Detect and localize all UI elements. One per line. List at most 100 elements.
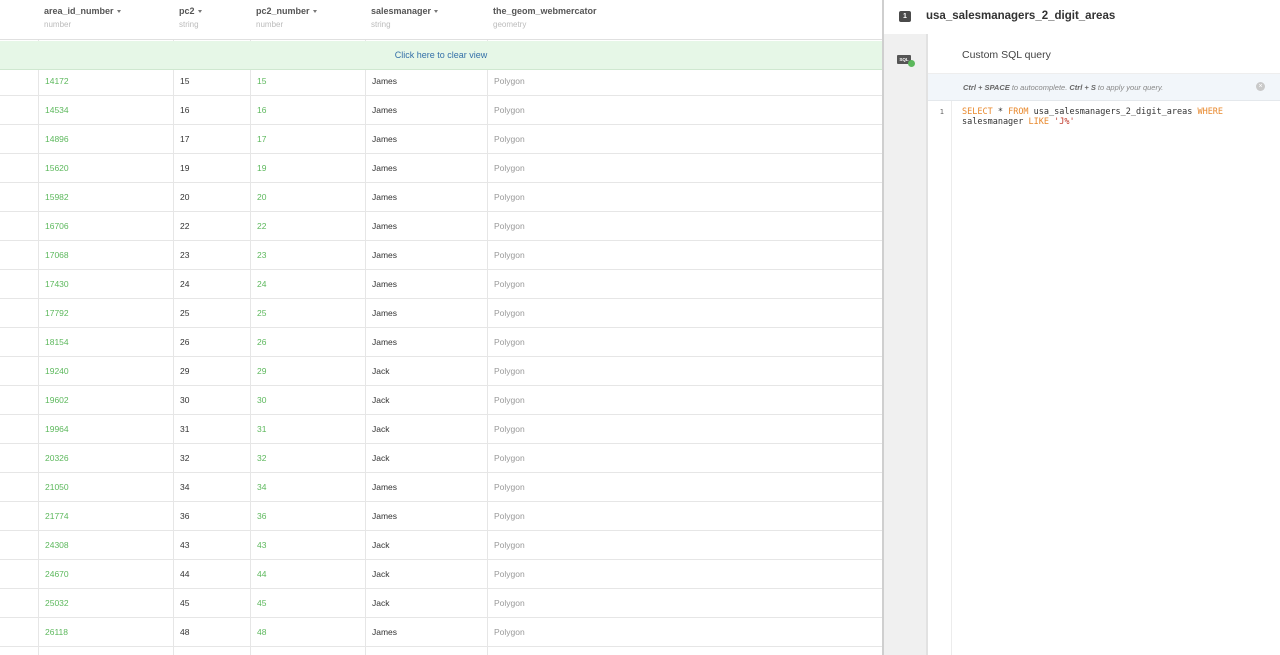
cell-area-id-number[interactable]: 14896 xyxy=(38,125,173,154)
table-row[interactable]: 21774 36 36 James Polygon xyxy=(0,502,882,531)
cell-area-id-number[interactable]: 16706 xyxy=(38,212,173,241)
cell-pc2-number[interactable]: 25 xyxy=(250,299,365,328)
cell-the-geom-webmercator[interactable]: Polygon xyxy=(487,560,687,589)
cell-pc2-number[interactable]: 15 xyxy=(250,67,365,96)
cell-area-id-number[interactable]: 24308 xyxy=(38,531,173,560)
close-hint-icon[interactable]: × xyxy=(1256,82,1265,91)
cell-pc2-number[interactable]: 17 xyxy=(250,125,365,154)
cell-pc2-number[interactable]: 48 xyxy=(250,618,365,647)
cell-pc2[interactable]: 30 xyxy=(173,386,250,415)
cell-the-geom-webmercator[interactable]: Polygon xyxy=(487,67,687,96)
cell-the-geom-webmercator[interactable]: Polygon xyxy=(487,357,687,386)
cell-the-geom-webmercator[interactable]: Polygon xyxy=(487,415,687,444)
cell-pc2-number[interactable]: 16 xyxy=(250,96,365,125)
cell-pc2[interactable]: 17 xyxy=(173,125,250,154)
table-row[interactable]: 15620 19 19 James Polygon xyxy=(0,154,882,183)
cell-salesmanager[interactable]: James xyxy=(365,241,487,270)
table-row[interactable]: 15982 20 20 James Polygon xyxy=(0,183,882,212)
cell-area-id-number[interactable]: 14534 xyxy=(38,96,173,125)
table-row[interactable]: 14534 16 16 James Polygon xyxy=(0,96,882,125)
cell-pc2-number[interactable]: 22 xyxy=(250,212,365,241)
cell-salesmanager[interactable]: Jack xyxy=(365,531,487,560)
column-header-pc2-number[interactable]: pc2_number number xyxy=(250,0,365,40)
cell-the-geom-webmercator[interactable]: Polygon xyxy=(487,589,687,618)
cell-pc2-number[interactable]: 44 xyxy=(250,560,365,589)
table-row[interactable]: 24308 43 43 Jack Polygon xyxy=(0,531,882,560)
table-row[interactable]: 24670 44 44 Jack Polygon xyxy=(0,560,882,589)
cell-area-id-number[interactable]: 24670 xyxy=(38,560,173,589)
cell-pc2[interactable]: 22 xyxy=(173,212,250,241)
cell-salesmanager[interactable]: James xyxy=(365,212,487,241)
cell-salesmanager[interactable]: James xyxy=(365,67,487,96)
cell-the-geom-webmercator[interactable]: Polygon xyxy=(487,531,687,560)
cell-area-id-number[interactable]: 19240 xyxy=(38,357,173,386)
cell-salesmanager[interactable]: James xyxy=(365,125,487,154)
cell-pc2-number[interactable]: 30 xyxy=(250,386,365,415)
cell-pc2[interactable]: 25 xyxy=(173,299,250,328)
cell-salesmanager[interactable]: Jack xyxy=(365,386,487,415)
cell-area-id-number[interactable]: 21050 xyxy=(38,473,173,502)
cell-salesmanager[interactable]: James xyxy=(365,183,487,212)
cell-pc2-number[interactable]: 24 xyxy=(250,270,365,299)
cell-pc2-number[interactable]: 43 xyxy=(250,531,365,560)
cell-salesmanager[interactable]: James xyxy=(365,618,487,647)
table-row[interactable]: 14172 15 15 James Polygon xyxy=(0,67,882,96)
cell-pc2-number[interactable]: 29 xyxy=(250,357,365,386)
table-row[interactable]: 18154 26 26 James Polygon xyxy=(0,328,882,357)
cell-area-id-number[interactable]: 15620 xyxy=(38,154,173,183)
cell-pc2-number[interactable]: 26 xyxy=(250,328,365,357)
table-row[interactable]: 26118 48 48 James Polygon xyxy=(0,618,882,647)
cell-salesmanager[interactable]: Jack xyxy=(365,589,487,618)
cell-area-id-number[interactable]: 15982 xyxy=(38,183,173,212)
table-row[interactable]: 20326 32 32 Jack Polygon xyxy=(0,444,882,473)
cell-area-id-number[interactable]: 19964 xyxy=(38,415,173,444)
cell-pc2-number[interactable]: 32 xyxy=(250,444,365,473)
sort-caret-icon[interactable] xyxy=(197,10,202,14)
table-row[interactable]: 25032 45 45 Jack Polygon xyxy=(0,589,882,618)
cell-pc2[interactable]: 36 xyxy=(173,502,250,531)
cell-the-geom-webmercator[interactable]: Polygon xyxy=(487,241,687,270)
cell-area-id-number[interactable]: 17792 xyxy=(38,299,173,328)
cell-the-geom-webmercator[interactable]: Polygon xyxy=(487,270,687,299)
cell-salesmanager[interactable]: James xyxy=(365,154,487,183)
cell-the-geom-webmercator[interactable]: Polygon xyxy=(487,212,687,241)
cell-salesmanager[interactable]: Jack xyxy=(365,560,487,589)
cell-pc2[interactable]: 43 xyxy=(173,531,250,560)
cell-area-id-number[interactable]: 17068 xyxy=(38,241,173,270)
cell-pc2[interactable]: 31 xyxy=(173,415,250,444)
table-row[interactable]: 14896 17 17 James Polygon xyxy=(0,125,882,154)
table-row[interactable]: 19240 29 29 Jack Polygon xyxy=(0,357,882,386)
cell-pc2-number[interactable]: 34 xyxy=(250,473,365,502)
cell-the-geom-webmercator[interactable]: Polygon xyxy=(487,473,687,502)
cell-pc2[interactable]: 20 xyxy=(173,183,250,212)
clear-view-link[interactable]: Click here to clear view xyxy=(395,41,488,69)
cell-pc2[interactable]: 24 xyxy=(173,270,250,299)
cell-pc2[interactable]: 15 xyxy=(173,67,250,96)
column-header-the-geom-webmercator[interactable]: the_geom_webmercator geometry xyxy=(487,0,687,40)
cell-the-geom-webmercator[interactable]: Polygon xyxy=(487,183,687,212)
cell-pc2[interactable]: 34 xyxy=(173,473,250,502)
cell-area-id-number[interactable]: 17430 xyxy=(38,270,173,299)
column-header-area-id-number[interactable]: area_id_number number xyxy=(38,0,173,40)
cell-pc2-number[interactable]: 20 xyxy=(250,183,365,212)
cell-area-id-number[interactable]: 21774 xyxy=(38,502,173,531)
cell-pc2[interactable]: 19 xyxy=(173,154,250,183)
sort-caret-icon[interactable] xyxy=(312,10,317,14)
table-row[interactable]: 16706 22 22 James Polygon xyxy=(0,212,882,241)
cell-salesmanager[interactable]: Jack xyxy=(365,357,487,386)
cell-pc2-number[interactable]: 31 xyxy=(250,415,365,444)
cell-salesmanager[interactable]: James xyxy=(365,299,487,328)
cell-pc2-number[interactable]: 36 xyxy=(250,502,365,531)
cell-pc2[interactable]: 32 xyxy=(173,444,250,473)
cell-area-id-number[interactable]: 18154 xyxy=(38,328,173,357)
table-row[interactable]: 21050 34 34 James Polygon xyxy=(0,473,882,502)
table-row[interactable]: 19602 30 30 Jack Polygon xyxy=(0,386,882,415)
cell-pc2[interactable]: 29 xyxy=(173,357,250,386)
cell-the-geom-webmercator[interactable]: Polygon xyxy=(487,96,687,125)
cell-pc2-number[interactable]: 45 xyxy=(250,589,365,618)
cell-salesmanager[interactable]: James xyxy=(365,328,487,357)
cell-the-geom-webmercator[interactable]: Polygon xyxy=(487,328,687,357)
column-header-salesmanager[interactable]: salesmanager string xyxy=(365,0,487,40)
table-row[interactable]: 17792 25 25 James Polygon xyxy=(0,299,882,328)
cell-salesmanager[interactable]: James xyxy=(365,473,487,502)
